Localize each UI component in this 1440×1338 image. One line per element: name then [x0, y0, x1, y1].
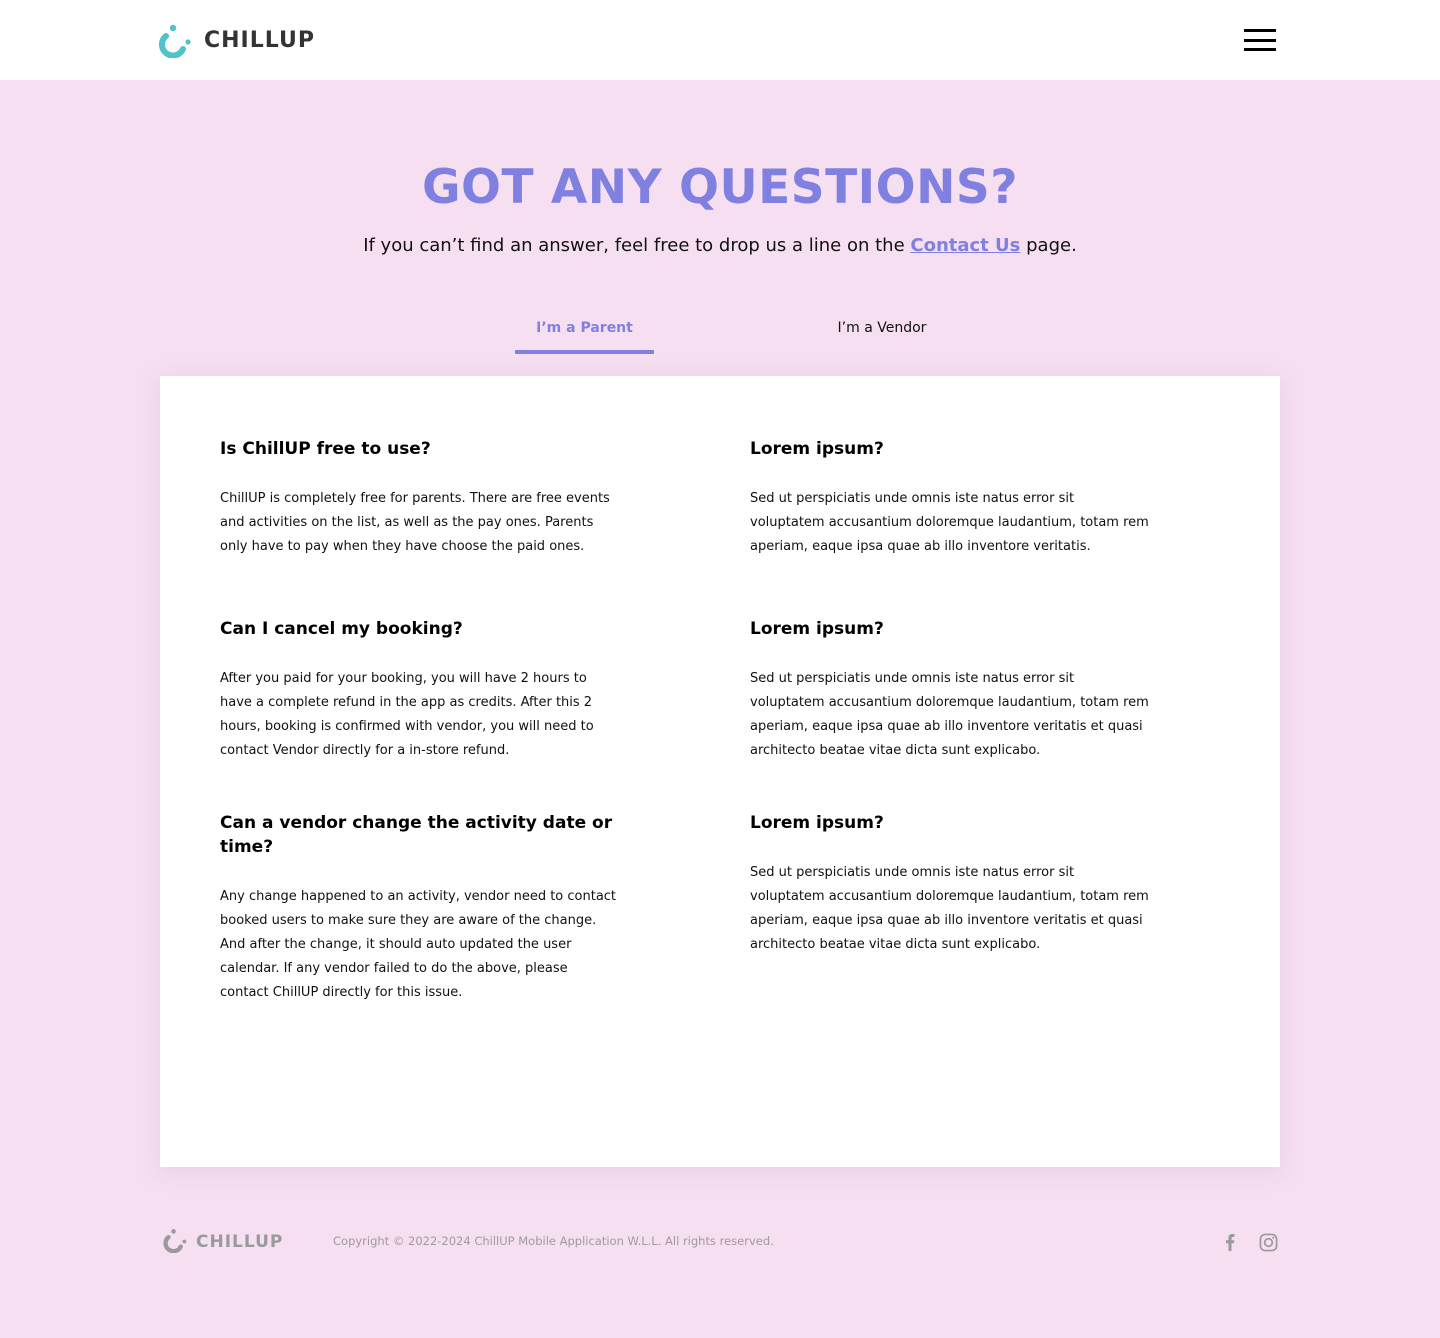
footer-logo-mark-icon	[162, 1227, 188, 1257]
instagram-icon[interactable]	[1258, 1232, 1278, 1252]
logo-text: CHILLUP	[204, 27, 315, 53]
footer-logo-text: CHILLUP	[196, 1232, 284, 1252]
subtitle-text-before: If you can’t find an answer, feel free t…	[363, 235, 911, 256]
faq-answer: Sed ut perspiciatis unde omnis iste natu…	[750, 671, 1149, 758]
faq-item: Can I cancel my booking? After you paid …	[220, 617, 620, 763]
faq-question: Can a vendor change the activity date or…	[220, 813, 613, 857]
page-subtitle: If you can’t find an answer, feel free t…	[0, 235, 1440, 256]
footer-logo[interactable]: CHILLUP	[162, 1229, 283, 1255]
tab-parent[interactable]: I’m a Parent	[515, 320, 654, 354]
copyright-text: Copyright © 2022-2024 ChillUP Mobile App…	[333, 1234, 774, 1248]
logo[interactable]: CHILLUP	[158, 22, 315, 58]
faq-item: Lorem ipsum? Sed ut perspiciatis unde om…	[750, 811, 1150, 957]
faq-card: Is ChillUP free to use? ChillUP is compl…	[160, 376, 1280, 1167]
facebook-icon[interactable]	[1220, 1232, 1240, 1252]
subtitle-text-after: page.	[1020, 235, 1077, 256]
faq-answer: Sed ut perspiciatis unde omnis iste natu…	[750, 865, 1149, 952]
faq-answer: Sed ut perspiciatis unde omnis iste natu…	[750, 491, 1149, 554]
faq-item: Can a vendor change the activity date or…	[220, 811, 620, 1005]
faq-answer: ChillUP is completely free for parents. …	[220, 491, 610, 554]
faq-question: Lorem ipsum?	[750, 619, 884, 639]
faq-item: Lorem ipsum? Sed ut perspiciatis unde om…	[750, 437, 1150, 559]
faq-answer: Any change happened to an activity, vend…	[220, 889, 617, 1000]
logo-mark-icon	[158, 22, 192, 58]
faq-question: Can I cancel my booking?	[220, 619, 463, 639]
faq-item: Is ChillUP free to use? ChillUP is compl…	[220, 437, 620, 559]
tab-vendor[interactable]: I’m a Vendor	[812, 320, 952, 354]
faq-answer: After you paid for your booking, you wil…	[220, 671, 594, 758]
faq-question: Lorem ipsum?	[750, 813, 884, 833]
site-header: CHILLUP	[0, 0, 1440, 80]
faq-item: Lorem ipsum? Sed ut perspiciatis unde om…	[750, 617, 1150, 763]
hamburger-menu-icon[interactable]	[1244, 29, 1276, 51]
faq-question: Is ChillUP free to use?	[220, 439, 431, 459]
faq-question: Lorem ipsum?	[750, 439, 884, 459]
contact-us-link[interactable]: Contact Us	[910, 235, 1020, 256]
page-title: GOT ANY QUESTIONS?	[421, 160, 1019, 215]
